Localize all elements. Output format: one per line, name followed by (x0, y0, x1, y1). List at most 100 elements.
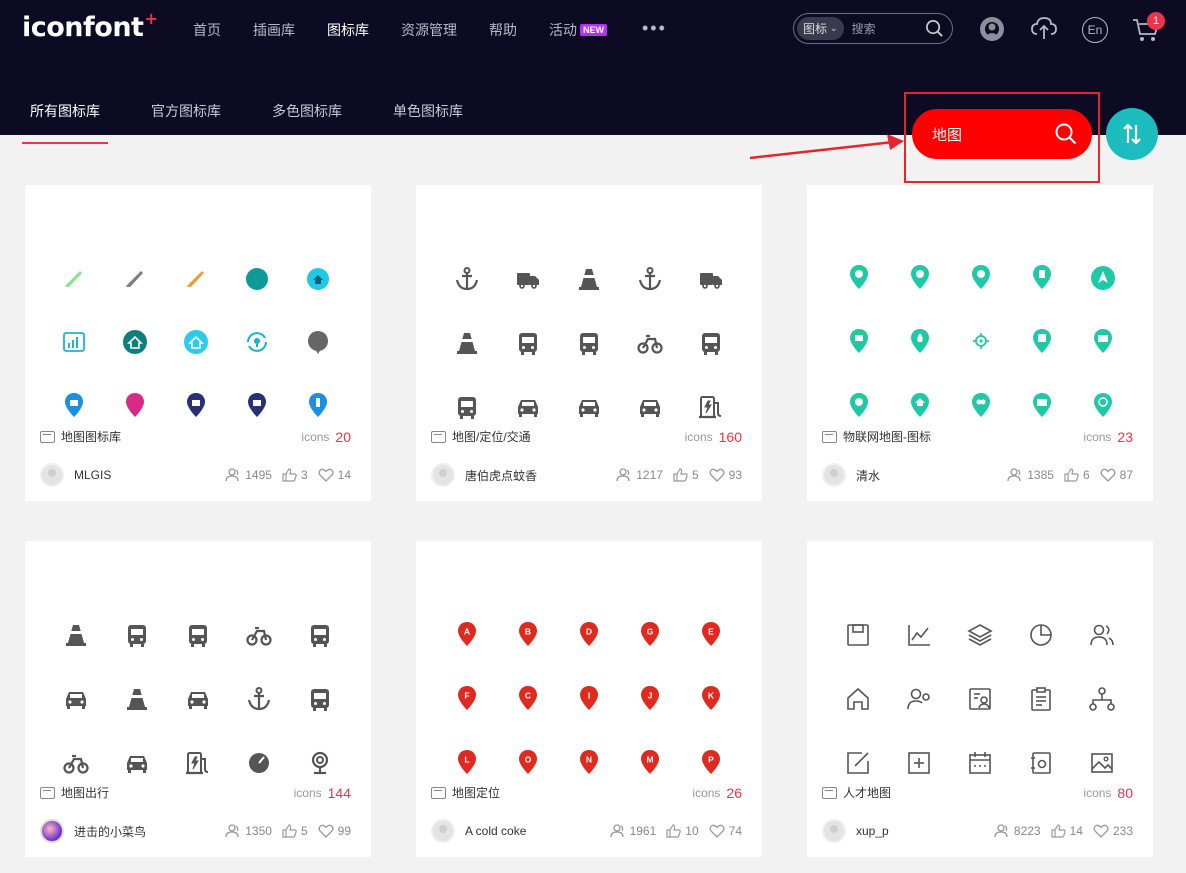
nav-resource-management[interactable]: 资源管理 (401, 20, 457, 40)
library-title[interactable]: 地图定位 (452, 784, 500, 801)
library-title[interactable]: 地图/定位/交通 (452, 428, 531, 445)
tab-monochrome-libraries[interactable]: 单色图标库 (385, 101, 471, 121)
author-name[interactable]: 进击的小菜鸟 (74, 823, 146, 840)
user-avatar-icon[interactable] (979, 16, 1005, 42)
search-type-label: 图标 (803, 22, 828, 36)
views-count: 8223 (1013, 824, 1041, 838)
library-title[interactable]: 人才地图 (843, 784, 891, 801)
tab-official-libraries[interactable]: 官方图标库 (143, 101, 229, 121)
likes-stat[interactable]: 5 (282, 824, 308, 838)
traffic-cone-icon (575, 265, 603, 293)
pin-letter: L (464, 755, 469, 765)
avatar[interactable] (431, 463, 455, 487)
card-stats: 1495 3 14 (215, 468, 351, 482)
icon-library-card[interactable]: 地图图标库 icons 20 MLGIS 1495 3 14 (25, 185, 371, 501)
orange-ribbon-icon (187, 271, 204, 287)
library-title[interactable]: 地图图标库 (61, 428, 121, 445)
tab-multicolor-libraries[interactable]: 多色图标库 (264, 101, 350, 121)
pin-letter: E (708, 627, 714, 637)
icon-library-card[interactable]: 物联网地图-图标 icons 23 清水 1385 6 87 (807, 185, 1153, 501)
user-card-icon (969, 688, 991, 710)
bus-pin-icon (1028, 327, 1056, 355)
pin-letter: D (586, 627, 592, 637)
car-icon (184, 685, 212, 713)
bus-icon (306, 685, 334, 713)
thumbs-up-icon (1051, 824, 1066, 838)
language-toggle[interactable]: En (1082, 17, 1108, 43)
anchor-icon (636, 265, 664, 293)
favs-stat[interactable]: 99 (318, 824, 351, 838)
bus-icon (123, 621, 151, 649)
save-icon (847, 624, 869, 646)
cart-count-badge: 1 (1147, 12, 1165, 30)
views-stat: 1961 (609, 824, 656, 838)
author-name[interactable]: xup_p (856, 824, 889, 838)
views-stat: 8223 (994, 824, 1041, 838)
users-icon (1090, 624, 1114, 646)
library-title[interactable]: 地图出行 (61, 784, 109, 801)
nav-icon-library[interactable]: 图标库 (327, 20, 369, 40)
likes-stat[interactable]: 3 (282, 468, 308, 482)
nav-help[interactable]: 帮助 (489, 20, 517, 40)
favs-stat[interactable]: 74 (709, 824, 742, 838)
tab-all-libraries[interactable]: 所有图标库 (22, 101, 108, 144)
letter-pin-icon: N (575, 748, 603, 776)
bicycle-icon (62, 749, 90, 777)
avatar[interactable] (40, 463, 64, 487)
likes-stat[interactable]: 5 (673, 468, 699, 482)
library-search-input[interactable] (932, 125, 1052, 143)
truck-icon (697, 265, 725, 293)
likes-stat[interactable]: 6 (1064, 468, 1090, 482)
icon-library-card[interactable]: A B D G E F C I J K L O N M P 地图定位 icons 26 A cold cok… (416, 541, 762, 857)
sort-toggle-button[interactable] (1106, 108, 1158, 160)
home-circle-icon (307, 268, 329, 290)
upload-cloud-icon[interactable] (1030, 14, 1058, 42)
library-icon (431, 430, 446, 443)
avatar[interactable] (431, 819, 455, 843)
card-stats: 1961 10 74 (600, 824, 742, 838)
nav-activities[interactable]: 活动 NEW (549, 20, 607, 40)
magenta-pin-icon (121, 391, 149, 419)
icon-library-card[interactable]: 人才地图 icons 80 xup_p 8223 14 233 (807, 541, 1153, 857)
nav-illustrations[interactable]: 插画库 (253, 20, 295, 40)
more-menu-button[interactable]: ••• (642, 18, 667, 39)
new-badge: NEW (580, 24, 607, 36)
anchor-icon (245, 685, 273, 713)
favs-stat[interactable]: 93 (709, 468, 742, 482)
bus-icon (184, 621, 212, 649)
author-name[interactable]: MLGIS (74, 468, 111, 482)
library-title[interactable]: 物联网地图-图标 (843, 428, 931, 445)
green-pin-icon (845, 263, 873, 291)
letter-pin-icon: I (575, 684, 603, 712)
author-name[interactable]: 清水 (856, 467, 880, 484)
thumbs-up-icon (673, 468, 688, 482)
favs-stat[interactable]: 87 (1100, 468, 1133, 482)
taxi-icon (123, 749, 151, 777)
heart-icon (709, 468, 725, 482)
letter-pin-icon: D (575, 620, 603, 648)
likes-stat[interactable]: 14 (1051, 824, 1083, 838)
icon-library-card[interactable]: 地图出行 icons 144 进击的小菜鸟 1350 5 99 (25, 541, 371, 857)
likes-stat[interactable]: 10 (666, 824, 699, 838)
pie-chart-icon (1030, 624, 1052, 646)
likes-count: 10 (685, 824, 699, 838)
avatar[interactable] (822, 819, 846, 843)
search-type-select[interactable]: 图标 ⌄ (797, 17, 844, 40)
iconfont-logo[interactable]: iconfont+ (22, 9, 158, 43)
icon-library-card[interactable]: 地图/定位/交通 icons 160 唐伯虎点蚊香 1217 5 93 (416, 185, 762, 501)
views-count: 1350 (245, 824, 272, 838)
author-name[interactable]: 唐伯虎点蚊香 (465, 467, 537, 484)
search-icon[interactable] (925, 19, 944, 38)
search-icon[interactable] (1054, 122, 1078, 146)
author-name[interactable]: A cold coke (465, 824, 526, 838)
avatar[interactable] (822, 463, 846, 487)
nav-home[interactable]: 首页 (193, 20, 221, 40)
home-icon (847, 687, 869, 710)
favs-stat[interactable]: 14 (318, 468, 351, 482)
avatar[interactable] (40, 819, 64, 843)
favs-count: 93 (728, 468, 742, 482)
favs-stat[interactable]: 233 (1093, 824, 1133, 838)
header-search-input[interactable] (851, 21, 914, 36)
favs-count: 233 (1112, 824, 1133, 838)
library-icon (822, 430, 837, 443)
